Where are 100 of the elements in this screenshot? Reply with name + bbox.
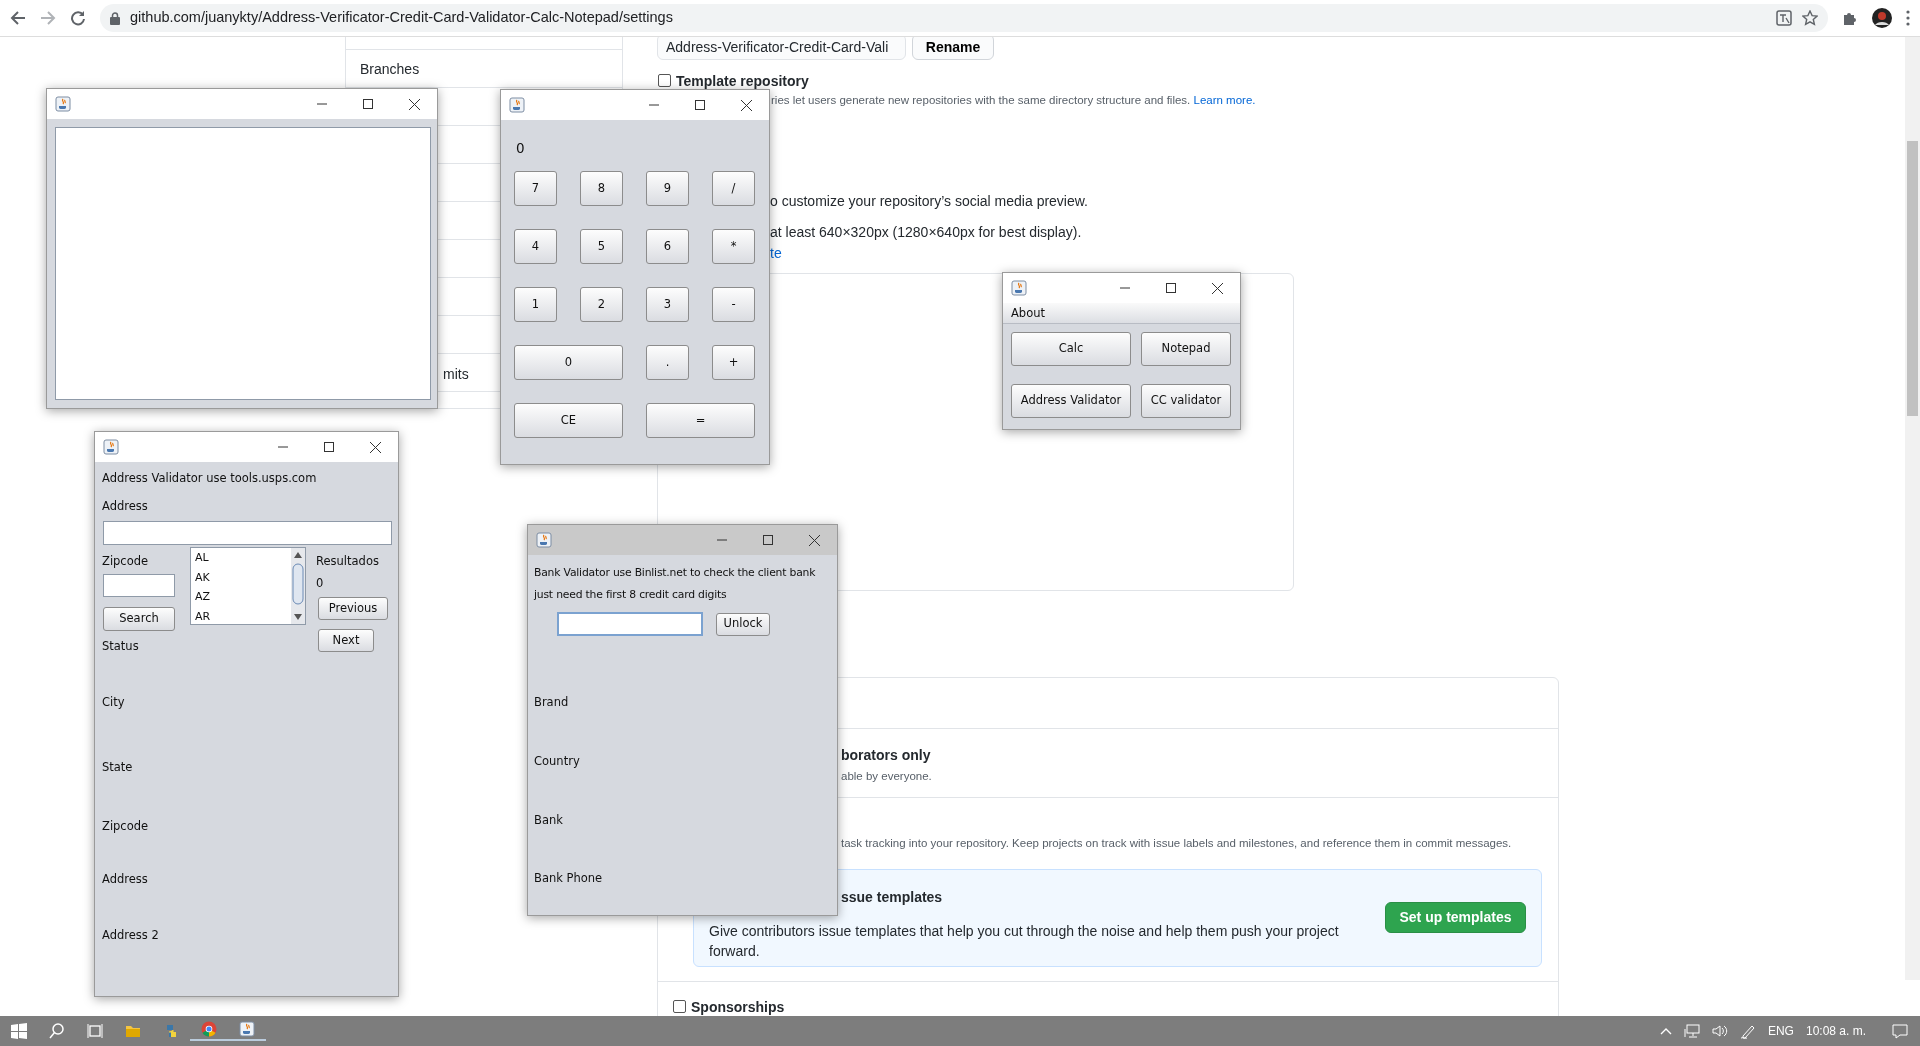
- app-button[interactable]: CC validator: [1141, 384, 1231, 418]
- description-text: task tracking into your repository. Keep projects on track with issue labels and milestones, and reference them in commit messages.: [841, 836, 1512, 851]
- pen-icon[interactable]: [1739, 1023, 1756, 1039]
- star-icon[interactable]: [1802, 10, 1818, 26]
- list-item[interactable]: AZ: [191, 587, 291, 607]
- search-icon[interactable]: [49, 1023, 65, 1039]
- field-label: Bank Phone: [534, 870, 603, 886]
- close-icon[interactable]: [808, 534, 820, 546]
- field-label: Zipcode: [102, 818, 149, 834]
- calculator-key[interactable]: 1: [514, 287, 557, 322]
- results-label: Resultados: [316, 553, 379, 569]
- maximize-icon[interactable]: [324, 442, 334, 452]
- description-text: at least 640×320px (1280×640px for best display).: [770, 223, 1082, 242]
- task-view-icon[interactable]: [87, 1023, 103, 1039]
- calculator-key[interactable]: 9: [646, 171, 689, 206]
- field-label: Bank: [534, 812, 563, 828]
- address-field[interactable]: [103, 521, 392, 545]
- list-item[interactable]: AL: [191, 548, 291, 568]
- menu-icon[interactable]: [1906, 10, 1910, 26]
- next-button[interactable]: Next: [318, 629, 374, 652]
- learn-more-link[interactable]: Learn more.: [1193, 94, 1256, 106]
- maximize-icon[interactable]: [1166, 283, 1176, 293]
- calculator-key[interactable]: 7: [514, 171, 557, 206]
- calculator-key[interactable]: 5: [580, 229, 623, 264]
- checkbox-label: Template repository: [676, 72, 809, 91]
- link-text[interactable]: te: [770, 243, 782, 264]
- close-icon[interactable]: [408, 98, 420, 110]
- calculator-key[interactable]: .: [646, 345, 689, 380]
- browser-icon[interactable]: [201, 1021, 217, 1037]
- zipcode-field[interactable]: [103, 574, 175, 597]
- notification-icon[interactable]: [1892, 1023, 1908, 1039]
- close-icon[interactable]: [369, 441, 381, 453]
- heading-text: just need the first 8 credit card digits: [534, 587, 727, 603]
- field-label: Country: [534, 753, 580, 769]
- app-button[interactable]: Notepad: [1141, 332, 1231, 366]
- field-label: Address 2: [102, 927, 159, 943]
- java-app-icon[interactable]: [239, 1021, 255, 1037]
- state-list[interactable]: AL AK AZ AR: [190, 547, 306, 625]
- rename-button[interactable]: Rename: [912, 37, 994, 60]
- speaker-icon[interactable]: [1711, 1024, 1728, 1038]
- close-icon[interactable]: [740, 99, 752, 111]
- java-icon: [103, 439, 119, 455]
- folder-icon[interactable]: [125, 1023, 141, 1039]
- checkbox[interactable]: [658, 74, 671, 87]
- unlock-button[interactable]: Unlock: [716, 612, 770, 636]
- reload-icon[interactable]: [70, 10, 86, 26]
- heading-text: Address Validator use tools.usps.com: [102, 470, 317, 486]
- scrollbar-drawing[interactable]: [291, 548, 305, 624]
- calculator-key[interactable]: *: [712, 229, 755, 264]
- list-item[interactable]: AR: [191, 606, 291, 624]
- field-label: Status: [102, 638, 139, 654]
- calculator-display: 0: [516, 140, 525, 156]
- feature-title: borators only: [841, 746, 931, 765]
- app-button[interactable]: Address Validator: [1011, 384, 1131, 418]
- translate-icon[interactable]: [1776, 10, 1792, 26]
- back-icon[interactable]: [10, 10, 26, 26]
- calculator-key[interactable]: -: [712, 287, 755, 322]
- lock-icon: [110, 11, 120, 25]
- sidebar-item[interactable]: mits: [443, 364, 469, 385]
- description-text: o customize your repository’s social media preview.: [770, 192, 1088, 211]
- description-text: able by everyone.: [841, 769, 932, 784]
- java-icon: [1011, 280, 1027, 296]
- calculator-key[interactable]: =: [646, 403, 755, 438]
- scrollbar-thumb[interactable]: [1907, 141, 1918, 416]
- search-button[interactable]: Search: [103, 607, 175, 631]
- field-label: Zipcode: [102, 553, 149, 569]
- card-digits-field[interactable]: [557, 612, 703, 636]
- description-text: Give contributors issue templates that help you cut through the noise and help them push your project forward.: [709, 922, 1340, 961]
- maximize-icon[interactable]: [695, 100, 705, 110]
- maximize-icon[interactable]: [763, 535, 773, 545]
- forward-icon[interactable]: [40, 10, 56, 26]
- field-label: Address: [102, 871, 148, 887]
- list-item[interactable]: AK: [191, 567, 291, 587]
- sidebar-item[interactable]: Branches: [360, 59, 420, 80]
- close-icon[interactable]: [1211, 282, 1223, 294]
- calculator-key[interactable]: /: [712, 171, 755, 206]
- calculator-key[interactable]: 8: [580, 171, 623, 206]
- language-indicator[interactable]: ENG: [1767, 1022, 1794, 1040]
- clock-text[interactable]: 10:08 a. m.: [1805, 1022, 1866, 1040]
- maximize-icon[interactable]: [363, 99, 373, 109]
- avatar-icon[interactable]: [1872, 8, 1892, 28]
- repo-name-field[interactable]: Address-Verificator-Credit-Card-Vali: [657, 37, 906, 60]
- network-icon[interactable]: [1683, 1024, 1700, 1038]
- puzzle-icon[interactable]: [1842, 10, 1858, 26]
- calculator-key[interactable]: 4: [514, 229, 557, 264]
- app-button[interactable]: Calc: [1011, 332, 1131, 366]
- java-icon: [509, 97, 525, 113]
- calculator-key[interactable]: CE: [514, 403, 623, 438]
- checkbox-label: Sponsorships: [691, 998, 785, 1016]
- calculator-key[interactable]: 3: [646, 287, 689, 322]
- windows-start-icon[interactable]: [11, 1023, 27, 1039]
- description-text: ries let users generate new repositories with the same directory structure and files. Learn more.: [771, 93, 1256, 108]
- calculator-key[interactable]: 6: [646, 229, 689, 264]
- calculator-key[interactable]: 2: [580, 287, 623, 322]
- field-label: Brand: [534, 694, 569, 710]
- calculator-key[interactable]: +: [712, 345, 755, 380]
- chevron-up-icon[interactable]: [1659, 1027, 1672, 1035]
- checkbox[interactable]: [673, 1000, 686, 1013]
- calculator-key[interactable]: 0: [514, 345, 623, 380]
- previous-button[interactable]: Previous: [318, 597, 388, 620]
